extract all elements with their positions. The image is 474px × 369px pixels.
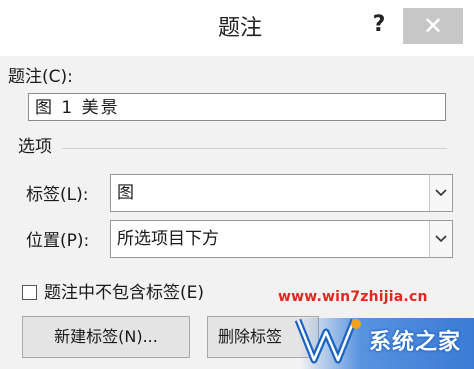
- title-bar: 题注 ? ✕: [0, 0, 474, 56]
- dialog-title: 题注: [217, 16, 262, 41]
- exclude-label-checkbox[interactable]: [22, 285, 37, 300]
- exclude-label-text[interactable]: 题注中不包含标签(E): [44, 282, 204, 304]
- watermark-url: www.win7zhijia.cn: [278, 289, 428, 305]
- options-divider: [62, 148, 447, 149]
- position-select[interactable]: 所选项目下方: [110, 220, 453, 258]
- position-field-label: 位置(P):: [26, 231, 90, 251]
- watermark-text: 系统之家: [369, 330, 462, 355]
- windows-logo-icon: [294, 318, 361, 364]
- new-label-button[interactable]: 新建标签(N)...: [22, 316, 190, 358]
- position-select-value: 所选项目下方: [117, 229, 219, 249]
- chevron-down-icon: [435, 189, 447, 197]
- close-icon: ✕: [422, 12, 444, 40]
- position-select-dropdown[interactable]: [429, 221, 452, 257]
- label-select[interactable]: 图: [110, 174, 453, 212]
- chevron-down-icon: [435, 235, 447, 243]
- label-select-value: 图: [117, 183, 134, 203]
- close-button[interactable]: ✕: [403, 8, 463, 44]
- label-field-label: 标签(L):: [26, 185, 89, 205]
- help-button[interactable]: ?: [364, 10, 394, 40]
- caption-input[interactable]: 图 1 美景: [28, 93, 446, 121]
- caption-dialog: 题注 ? ✕ 题注(C): 图 1 美景 选项 标签(L): 图 位置(P): …: [0, 0, 474, 369]
- caption-label: 题注(C):: [8, 67, 73, 87]
- options-group-label: 选项: [18, 137, 52, 157]
- label-select-dropdown[interactable]: [429, 175, 452, 211]
